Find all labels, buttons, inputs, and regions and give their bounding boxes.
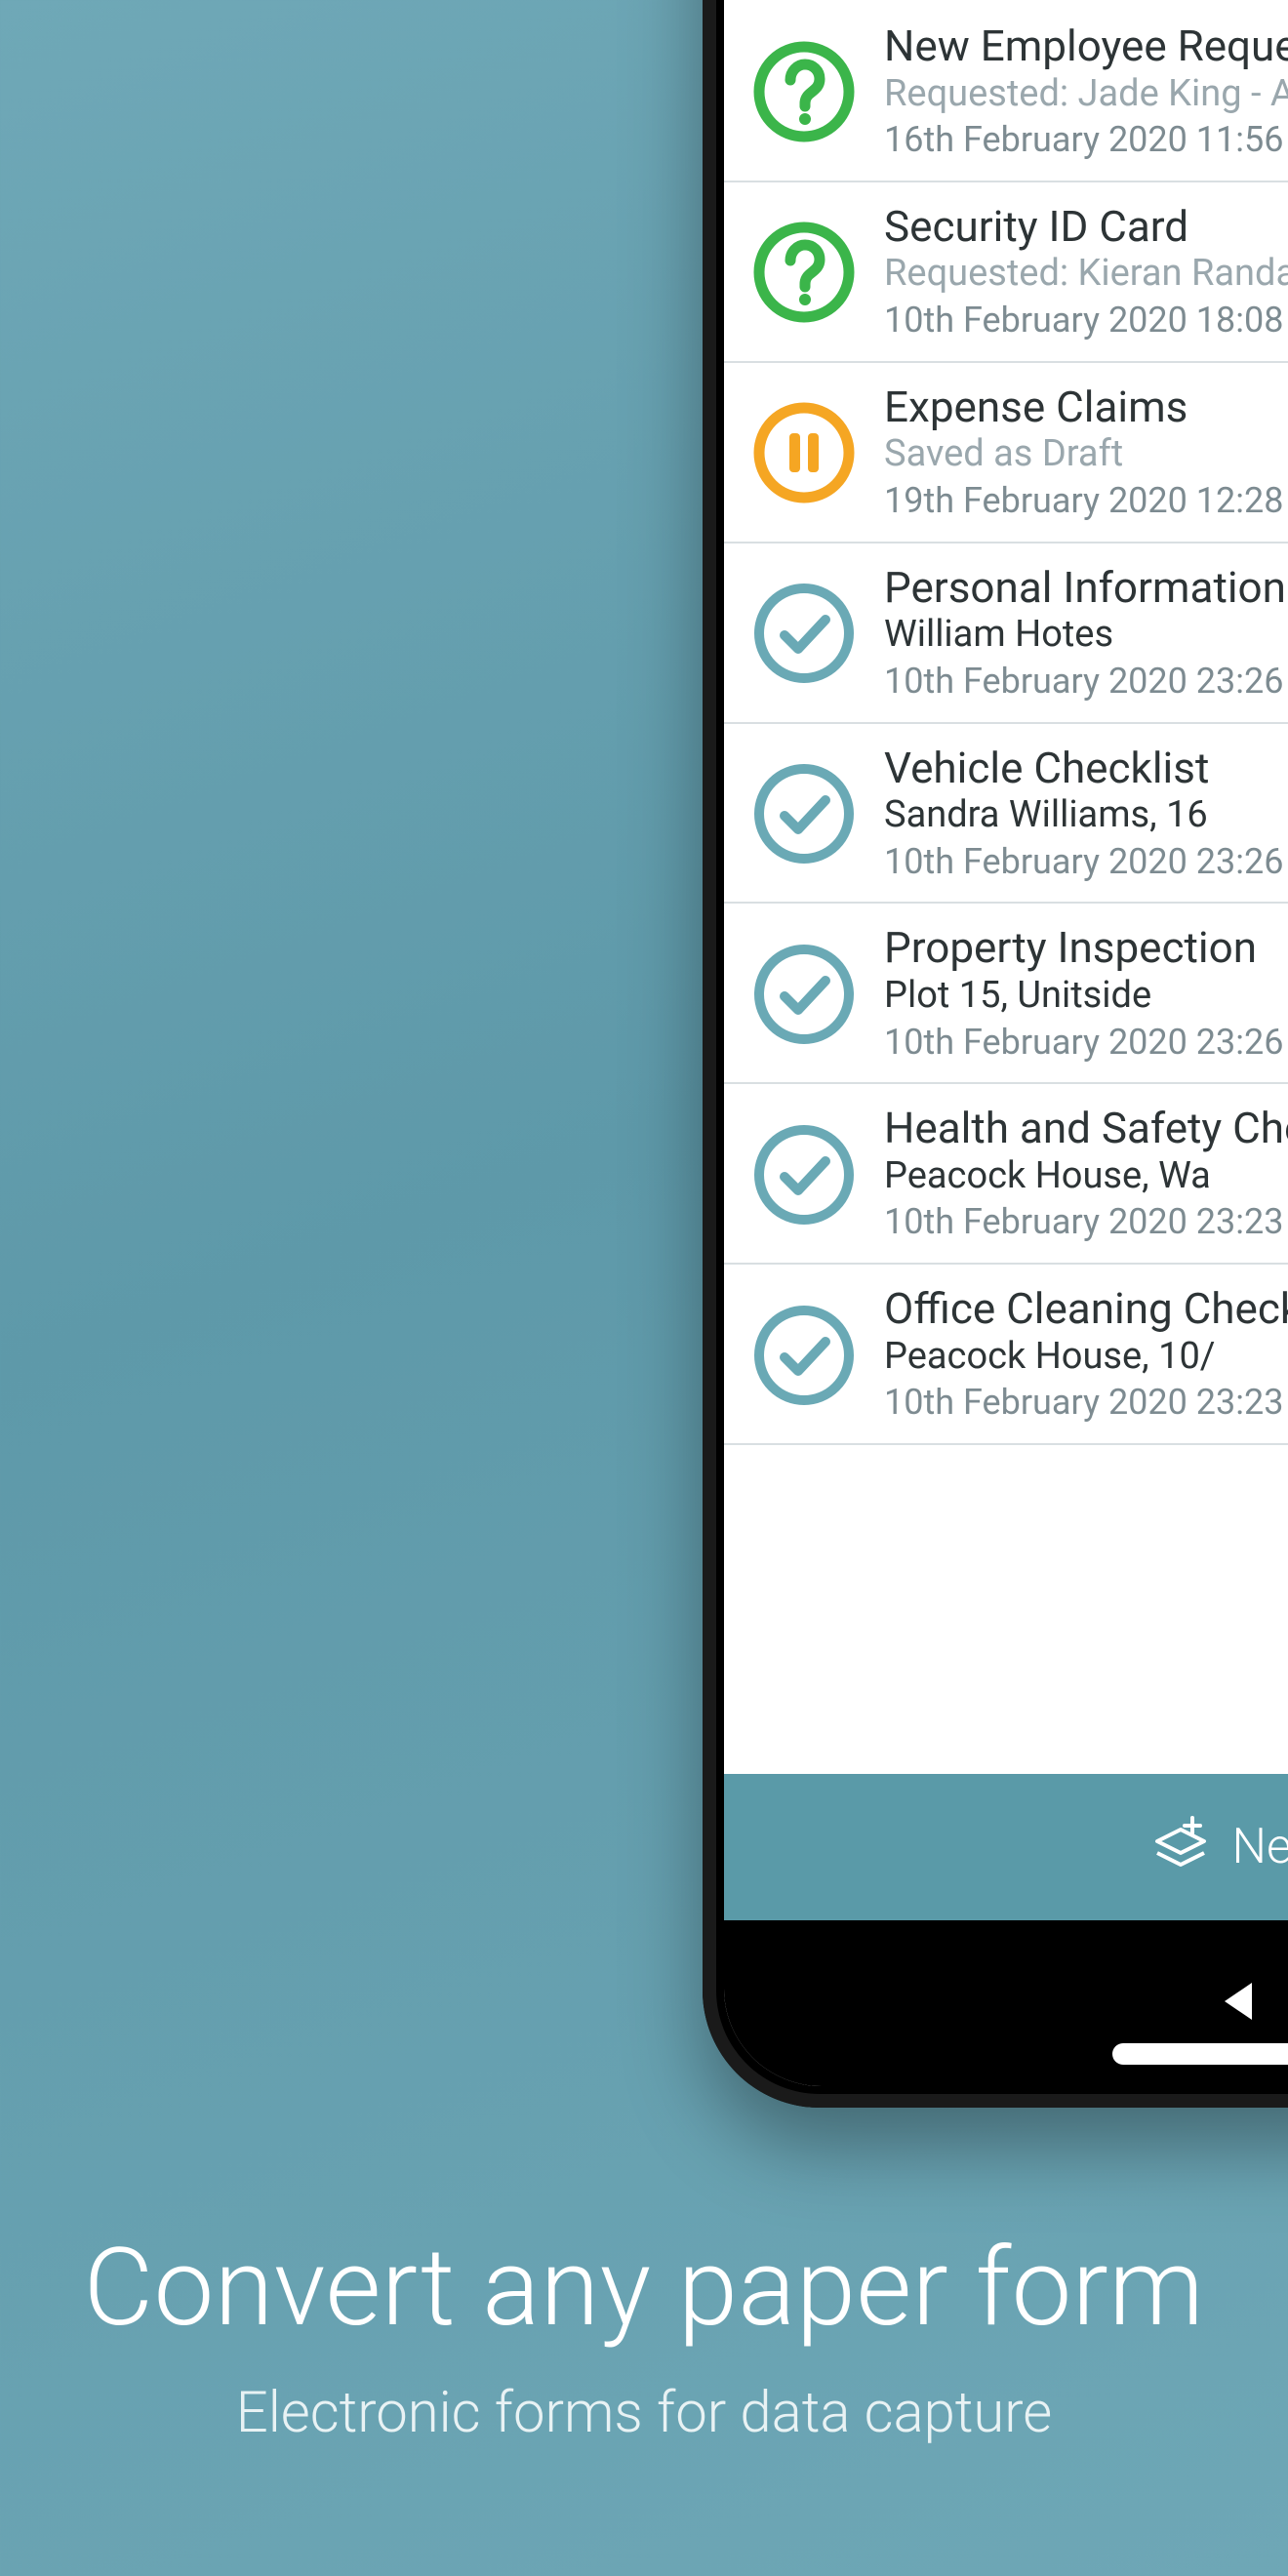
list-item[interactable]: Security ID CardRequested: Kieran Randal… [724,182,1288,363]
list-item-subtitle: Plot 15, Unitside [884,973,1288,1020]
list-item-date: 16th February 2020 11:56 [884,117,1288,163]
question-icon [751,39,857,144]
phone-frame: New Employee RequestRequested: Jade King… [703,0,1288,2108]
list-item[interactable]: Property InspectionPlot 15, Unitside10th… [724,904,1288,1084]
list-item-title: Office Cleaning Checklist [884,1284,1288,1334]
headline-subtitle: Electronic forms for data capture [0,2380,1288,2446]
list-item-texts: Personal InformationWilliam Hotes10th Fe… [884,563,1288,704]
list-item-date: 10th February 2020 23:26 [884,659,1288,704]
list-item-title: Health and Safety Checklist [884,1104,1288,1153]
nav-gesture-pill[interactable] [1112,2043,1288,2065]
list-item-subtitle: Sandra Williams, 16 [884,792,1288,839]
headline-title: Convert any paper form [0,2225,1288,2351]
list-item-texts: Property InspectionPlot 15, Unitside10th… [884,923,1288,1065]
list-item-texts: Vehicle ChecklistSandra Williams, 1610th… [884,744,1288,885]
check-icon [751,1303,857,1408]
check-icon [751,581,857,686]
list-item-title: Security ID Card [884,202,1288,252]
new-form-icon [1149,1810,1212,1885]
list-item-date: 10th February 2020 23:23 [884,1199,1288,1245]
list-item-date: 19th February 2020 12:28 [884,478,1288,524]
list-item-subtitle: Peacock House, 10/ [884,1334,1288,1381]
nav-back-button[interactable] [1217,1979,1262,2028]
list-item-texts: Health and Safety ChecklistPeacock House… [884,1104,1288,1245]
question-icon [751,220,857,325]
form-list[interactable]: New Employee RequestRequested: Jade King… [724,0,1288,1774]
list-item-subtitle: William Hotes [884,612,1288,659]
check-icon [751,1122,857,1228]
list-item-title: Expense Claims [884,382,1288,432]
list-item[interactable]: Health and Safety ChecklistPeacock House… [724,1084,1288,1265]
list-item-subtitle: Peacock House, Wa [884,1153,1288,1200]
list-item[interactable]: Vehicle ChecklistSandra Williams, 1610th… [724,724,1288,905]
new-form-button[interactable]: New [724,1774,1288,1920]
list-item-texts: Office Cleaning ChecklistPeacock House, … [884,1284,1288,1426]
android-nav-bar [724,1920,1288,2086]
list-item-date: 10th February 2020 18:08 [884,298,1288,343]
new-form-label: New [1231,1819,1288,1875]
list-item[interactable]: Personal InformationWilliam Hotes10th Fe… [724,543,1288,724]
check-icon [751,942,857,1047]
pause-icon [751,400,857,505]
list-item[interactable]: Office Cleaning ChecklistPeacock House, … [724,1265,1288,1445]
list-item[interactable]: Expense ClaimsSaved as Draft19th Februar… [724,363,1288,543]
list-item-texts: Expense ClaimsSaved as Draft19th Februar… [884,382,1288,524]
app-screen: New Employee RequestRequested: Jade King… [724,0,1288,2086]
list-item-subtitle: Requested: Jade King - A [884,71,1288,118]
list-item-texts: New Employee RequestRequested: Jade King… [884,21,1288,163]
list-item[interactable]: New Employee RequestRequested: Jade King… [724,2,1288,182]
list-item-subtitle: Requested: Kieran Randall [884,251,1288,298]
list-item-title: Vehicle Checklist [884,744,1288,793]
list-item-subtitle: Saved as Draft [884,431,1288,478]
phone-inner: New Employee RequestRequested: Jade King… [724,0,1288,2086]
list-item-title: New Employee Request [884,21,1288,71]
marketing-headline: Convert any paper form Electronic forms … [0,2225,1288,2446]
list-item-texts: Security ID CardRequested: Kieran Randal… [884,202,1288,343]
list-item-title: Personal Information [884,563,1288,613]
list-item-title: Property Inspection [884,923,1288,973]
list-item-date: 10th February 2020 23:26 [884,1020,1288,1066]
list-item-date: 10th February 2020 23:26 [884,839,1288,885]
list-item-date: 10th February 2020 23:23 [884,1380,1288,1426]
check-icon [751,761,857,866]
